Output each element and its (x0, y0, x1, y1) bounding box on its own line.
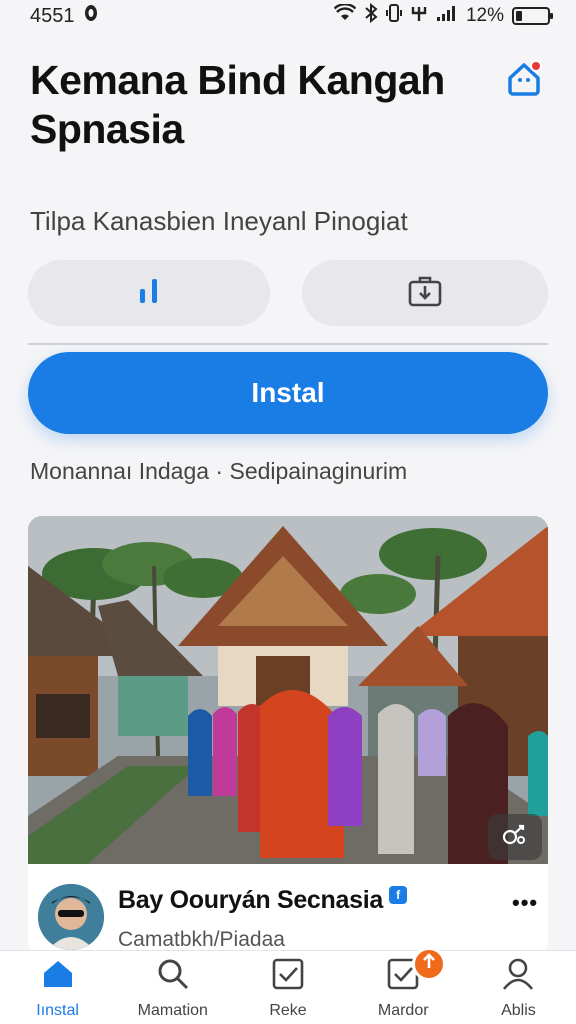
notification-dot (530, 60, 542, 72)
avatar[interactable] (38, 884, 104, 950)
nav-item-ablis[interactable]: Ablis (461, 951, 576, 1024)
card-name-text: Bay Oouryán Secnasia (118, 886, 383, 914)
card-title[interactable]: Bay Oouryán Secnasia f (118, 886, 407, 915)
battery-icon (512, 7, 553, 25)
home-icon[interactable] (504, 58, 544, 98)
share-button[interactable] (302, 260, 548, 326)
nav-item-mamation[interactable]: Mamation (115, 951, 230, 1024)
nav-item-mardor[interactable]: Mardor (346, 947, 461, 1024)
nav-label: Mardor (377, 1002, 429, 1019)
status-right: 12% (333, 2, 553, 29)
search-icon (156, 957, 190, 1002)
feed-card[interactable]: Bay Oouryán Secnasia f Camatbkh/Piadaa ••… (28, 516, 548, 956)
status-time: 4551 (30, 4, 75, 27)
bottom-nav: Iınstal Mamation Reke Mardor Ablis (0, 947, 576, 1024)
upload-badge-icon (411, 947, 446, 981)
checkbox-icon (271, 957, 305, 1002)
bluetooth-icon (364, 2, 378, 29)
favorite-button[interactable] (488, 814, 542, 860)
divider (28, 343, 548, 345)
home-icon (41, 957, 75, 1002)
nav-label: Mamation (137, 1002, 208, 1019)
nav-label: Ablis (501, 1002, 536, 1019)
signal-alt-icon (410, 3, 428, 29)
battery-percent: 12% (465, 5, 504, 26)
cell-signal-icon (436, 4, 458, 28)
app-meta: Monannaı Indaga · Sedipainaginurim (30, 458, 408, 484)
verified-icon: f (388, 886, 407, 904)
nav-item-install[interactable]: Iınstal (0, 951, 115, 1024)
install-button[interactable]: Instal (28, 352, 548, 434)
heart-link-icon (501, 822, 529, 853)
nav-item-reke[interactable]: Reke (230, 951, 345, 1024)
app-subtitle: Tilpa Kanasbien Ineyanl Pinogiat (30, 206, 408, 236)
nav-label: Iınstal (36, 1002, 79, 1019)
village-photo[interactable] (28, 516, 548, 864)
share-icon (407, 274, 443, 313)
bar-chart-icon (136, 276, 162, 311)
more-options-button[interactable]: ••• (512, 890, 538, 916)
person-icon (501, 957, 535, 1002)
nav-label: Reke (269, 1002, 307, 1019)
notification-dot-icon (83, 3, 99, 29)
vibrate-icon (385, 3, 402, 29)
card-location: Camatbkh/Piadaa (118, 928, 285, 951)
stats-button[interactable] (28, 260, 270, 326)
status-bar: 4551 12% (0, 0, 576, 32)
wifi-icon (333, 3, 357, 28)
app-title: Kemana Bind Kangah Spnasia (30, 57, 445, 153)
status-left: 4551 (30, 3, 99, 29)
